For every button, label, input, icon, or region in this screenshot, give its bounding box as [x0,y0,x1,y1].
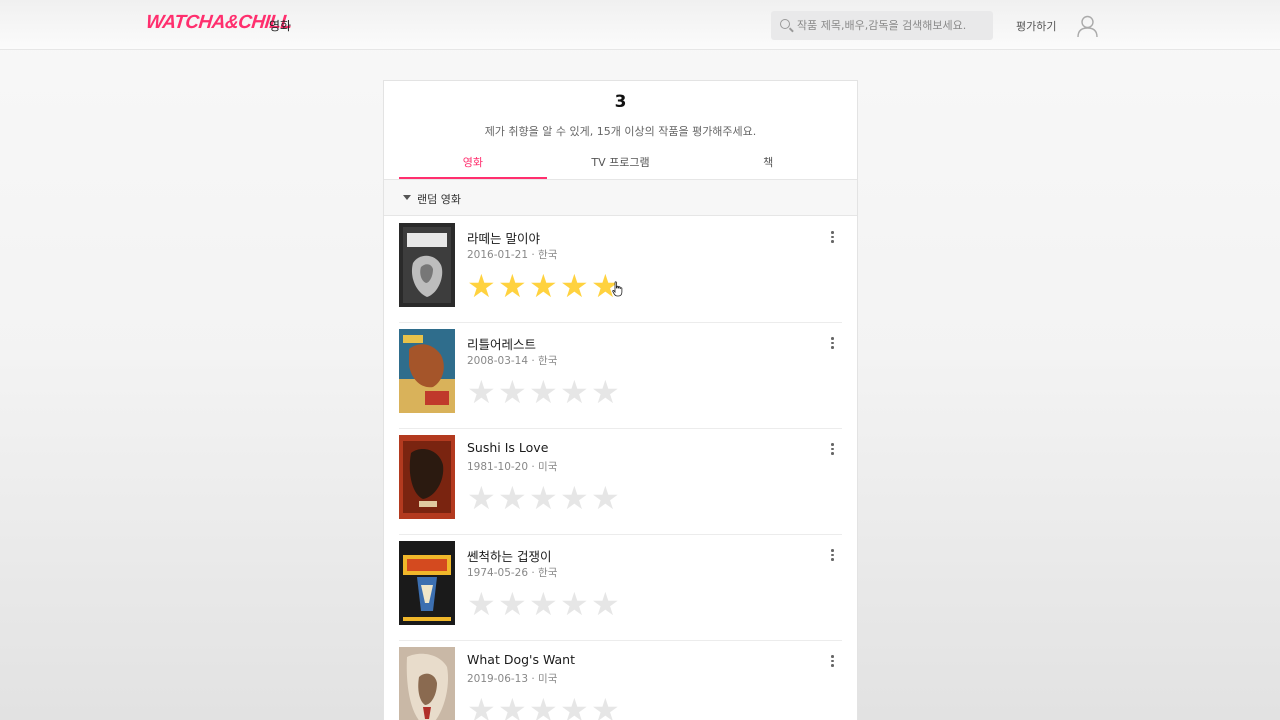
star-1-icon[interactable]: ★ [467,270,498,302]
star-2-icon[interactable]: ★ [498,482,529,514]
movie-meta: 1981-10-20 · 미국 [467,461,558,473]
movie-title[interactable]: Sushi Is Love [467,440,548,455]
movie-title[interactable]: 리틀어레스트 [467,334,536,353]
star-2-icon[interactable]: ★ [498,270,529,302]
section-label: 랜덤 영화 [417,193,461,206]
star-1-icon[interactable]: ★ [467,482,498,514]
tab-movies[interactable]: 영화 [399,149,547,179]
movie-poster[interactable] [399,647,455,720]
rated-count: 3 [614,92,627,112]
caret-down-icon [403,195,411,200]
tab-books[interactable]: 책 [694,149,842,179]
movie-meta: 2019-06-13 · 미국 [467,673,558,685]
star-3-icon[interactable]: ★ [529,376,560,408]
search-input[interactable] [797,15,987,36]
more-options-icon[interactable] [827,230,837,244]
star-4-icon[interactable]: ★ [560,694,591,720]
star-rating: ★ ★ ★ ★ ★ [467,588,627,620]
star-4-icon[interactable]: ★ [560,482,591,514]
star-rating: ★ ★ ★ ★ ★ [467,482,627,514]
movie-meta: 2008-03-14 · 한국 [467,355,558,367]
more-options-icon[interactable] [827,654,837,668]
movie-item: 리틀어레스트 2008-03-14 · 한국 ★ ★ ★ ★ ★ [399,323,842,429]
more-options-icon[interactable] [827,442,837,456]
star-2-icon[interactable]: ★ [498,376,529,408]
movie-meta: 1974-05-26 · 한국 [467,567,558,579]
star-4-icon[interactable]: ★ [560,376,591,408]
movie-poster[interactable] [399,541,455,625]
movie-poster[interactable] [399,223,455,307]
movie-item: 쎈척하는 겁쟁이 1974-05-26 · 한국 ★ ★ ★ ★ ★ [399,535,842,641]
search-box[interactable] [771,11,993,40]
star-3-icon[interactable]: ★ [529,694,560,720]
star-4-icon[interactable]: ★ [560,588,591,620]
star-3-icon[interactable]: ★ [529,588,560,620]
tab-tv-programs[interactable]: TV 프로그램 [547,149,695,179]
star-5-icon[interactable]: ★ [591,588,622,620]
star-2-icon[interactable]: ★ [498,588,529,620]
movie-title[interactable]: 라떼는 말이야 [467,228,540,247]
search-icon [780,19,790,29]
user-avatar-icon[interactable] [1077,15,1098,38]
rate-link[interactable]: 평가하기 [1016,18,1056,34]
more-options-icon[interactable] [827,548,837,562]
star-rating: ★ ★ ★ ★ ★ [467,376,627,408]
star-5-icon[interactable]: ★ [591,694,622,720]
movie-item: 라떼는 말이야 2016-01-21 · 한국 ★ ★ ★ ★ ★ [399,217,842,323]
star-5-icon[interactable]: ★ [591,376,622,408]
star-rating: ★ ★ ★ ★ ★ [467,694,627,720]
rating-instruction: 제가 취향을 알 수 있게, 15개 이상의 작품을 평가해주세요. [484,125,757,138]
movie-item: Sushi Is Love 1981-10-20 · 미국 ★ ★ ★ ★ ★ [399,429,842,535]
random-movies-toggle[interactable]: 랜덤 영화 [384,179,857,216]
star-4-icon[interactable]: ★ [560,270,591,302]
star-3-icon[interactable]: ★ [529,270,560,302]
movie-item: What Dog's Want 2019-06-13 · 미국 ★ ★ ★ ★ ★ [399,641,842,720]
movie-poster[interactable] [399,435,455,519]
movie-meta: 2016-01-21 · 한국 [467,249,558,261]
movie-title[interactable]: What Dog's Want [467,652,575,667]
star-5-icon[interactable]: ★ [591,482,622,514]
category-tabs: 영화 TV 프로그램 책 [399,149,842,179]
nav-movies-link[interactable]: 영화 [269,17,291,34]
more-options-icon[interactable] [827,336,837,350]
top-header: WATCHA&CHILL 영화 평가하기 [0,0,1280,50]
star-1-icon[interactable]: ★ [467,694,498,720]
movie-poster[interactable] [399,329,455,413]
star-3-icon[interactable]: ★ [529,482,560,514]
rating-card: 3 제가 취향을 알 수 있게, 15개 이상의 작품을 평가해주세요. 영화 … [383,80,858,720]
star-2-icon[interactable]: ★ [498,694,529,720]
hand-cursor-icon [612,281,623,297]
star-1-icon[interactable]: ★ [467,376,498,408]
movie-title[interactable]: 쎈척하는 겁쟁이 [467,546,551,565]
star-1-icon[interactable]: ★ [467,588,498,620]
star-rating: ★ ★ ★ ★ ★ [467,270,627,302]
